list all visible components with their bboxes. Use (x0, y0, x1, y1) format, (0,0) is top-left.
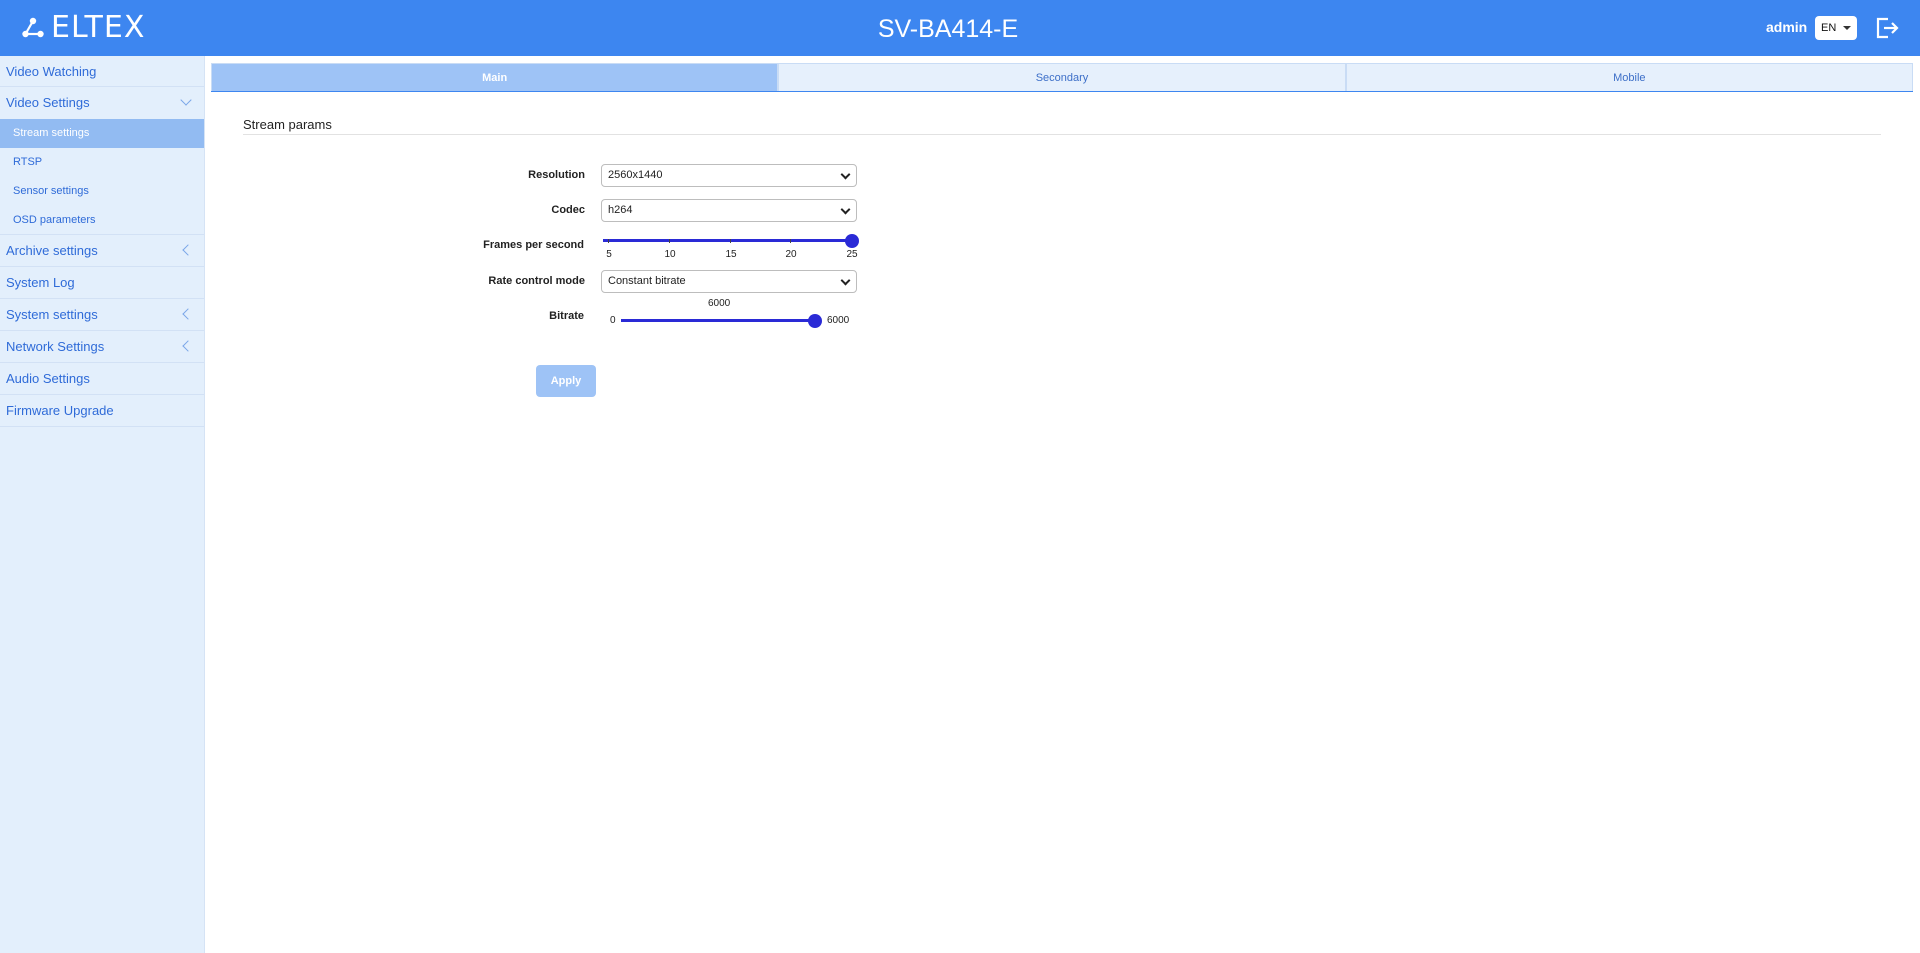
fps-tick-label: 15 (725, 249, 737, 260)
bitrate-min-label: 0 (610, 315, 616, 326)
section-divider (243, 134, 1881, 135)
sidebar-subitem-label: RTSP (13, 156, 43, 168)
sidebar-subitem-sensor-settings[interactable]: Sensor settings (0, 177, 204, 206)
sidebar-subitem-label: OSD parameters (13, 214, 96, 226)
stream-tabs: Main Secondary Mobile (211, 63, 1913, 92)
sidebar-subitem-label: Stream settings (13, 127, 90, 139)
fps-tick (790, 239, 791, 243)
sidebar-item-video-watching[interactable]: Video Watching (0, 56, 204, 87)
fps-tick-label: 20 (785, 249, 797, 260)
bitrate-max-label: 6000 (827, 315, 850, 326)
chevron-left-icon (182, 244, 194, 256)
chevron-left-icon (182, 308, 194, 320)
chevron-down-icon (840, 275, 851, 286)
bitrate-slider-track[interactable] (621, 319, 816, 322)
bitrate-current-value: 6000 (708, 298, 731, 309)
fps-tick (608, 239, 609, 243)
sidebar-item-audio-settings[interactable]: Audio Settings (0, 363, 204, 395)
codec-select[interactable]: h264 (601, 199, 857, 222)
sidebar-item-label: Firmware Upgrade (6, 403, 114, 418)
codec-value: h264 (608, 204, 633, 216)
rate-control-value: Constant bitrate (608, 275, 686, 287)
tab-mobile[interactable]: Mobile (1345, 63, 1913, 91)
tab-secondary[interactable]: Secondary (778, 63, 1346, 91)
fps-tick-label: 25 (846, 249, 858, 260)
fps-tick (669, 239, 670, 243)
bitrate-slider-thumb[interactable] (808, 314, 822, 328)
resolution-label: Resolution (528, 169, 585, 181)
fps-label: Frames per second (483, 239, 584, 251)
fps-slider-thumb[interactable] (845, 234, 859, 248)
device-title: SV-BA414-E (877, 15, 1019, 43)
apply-button[interactable]: Apply (536, 365, 596, 397)
fps-tick-label: 10 (664, 249, 676, 260)
sidebar-item-system-log[interactable]: System Log (0, 267, 204, 299)
sidebar-subitem-label: Sensor settings (13, 185, 89, 197)
sidebar-item-label: Network Settings (6, 339, 105, 354)
top-header: ELTEX SV-BA414-E admin EN (0, 0, 1920, 56)
codec-label: Codec (551, 204, 585, 216)
sidebar-item-network-settings[interactable]: Network Settings (0, 331, 204, 363)
fps-tick (730, 239, 731, 243)
logout-icon[interactable] (1874, 16, 1900, 40)
sidebar-subitem-osd-parameters[interactable]: OSD parameters (0, 206, 204, 235)
caret-down-icon (1843, 26, 1851, 30)
fps-tick-label: 5 (606, 249, 612, 260)
sidebar-item-video-settings[interactable]: Video Settings (0, 87, 204, 119)
sidebar-item-label: Video Settings (6, 95, 90, 110)
language-value: EN (1821, 22, 1837, 34)
sidebar-item-archive-settings[interactable]: Archive settings (0, 235, 204, 267)
chevron-down-icon (840, 204, 851, 215)
section-title: Stream params (243, 117, 332, 132)
sidebar-item-label: Audio Settings (6, 371, 90, 386)
sidebar-item-label: System settings (6, 307, 98, 322)
rate-control-label: Rate control mode (488, 275, 585, 287)
resolution-select[interactable]: 2560x1440 (601, 164, 857, 187)
sidebar: Video Watching Video Settings Stream set… (0, 56, 205, 953)
tab-main[interactable]: Main (211, 63, 779, 91)
bitrate-label: Bitrate (549, 310, 584, 322)
fps-slider-track[interactable] (603, 239, 853, 242)
chevron-down-icon (180, 94, 192, 106)
sidebar-item-firmware-upgrade[interactable]: Firmware Upgrade (0, 395, 204, 427)
sidebar-subitem-rtsp[interactable]: RTSP (0, 148, 204, 177)
rate-control-select[interactable]: Constant bitrate (601, 270, 857, 293)
user-name: admin (1766, 19, 1808, 35)
sidebar-item-system-settings[interactable]: System settings (0, 299, 204, 331)
chevron-left-icon (182, 340, 194, 352)
sidebar-subitem-stream-settings[interactable]: Stream settings (0, 119, 204, 148)
language-select[interactable]: EN (1815, 16, 1857, 40)
chevron-down-icon (840, 169, 851, 180)
sidebar-item-label: System Log (6, 275, 75, 290)
sidebar-item-label: Archive settings (6, 243, 98, 258)
sidebar-item-label: Video Watching (6, 64, 97, 79)
resolution-value: 2560x1440 (608, 169, 663, 181)
